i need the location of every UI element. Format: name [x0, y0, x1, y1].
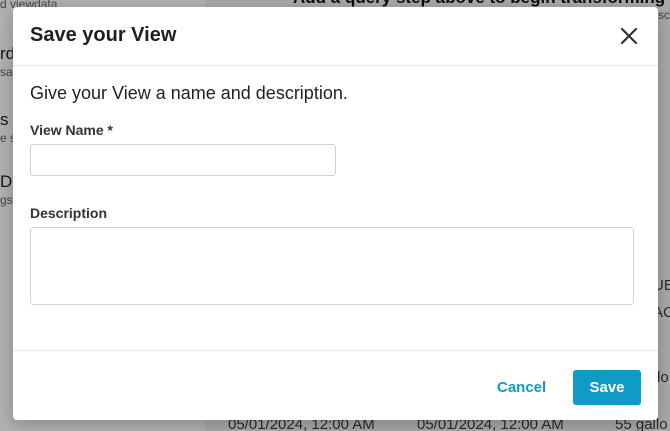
description-label: Description [30, 205, 108, 221]
close-icon [620, 27, 638, 45]
save-button[interactable]: Save [573, 370, 641, 405]
dialog-intro: Give your View a name and description. [30, 83, 348, 103]
dialog-footer: Cancel Save [13, 350, 658, 421]
view-name-input[interactable] [30, 144, 336, 176]
close-button[interactable] [618, 25, 640, 47]
save-view-dialog: Save your View Give your View a name and… [13, 7, 658, 420]
cancel-button[interactable]: Cancel [483, 370, 560, 404]
description-textarea[interactable] [30, 227, 634, 305]
dialog-header: Save your View [13, 7, 658, 66]
dialog-title: Save your View [30, 24, 177, 46]
dialog-body: Give your View a name and description. V… [30, 83, 634, 305]
view-name-label: View Name * [30, 122, 114, 138]
